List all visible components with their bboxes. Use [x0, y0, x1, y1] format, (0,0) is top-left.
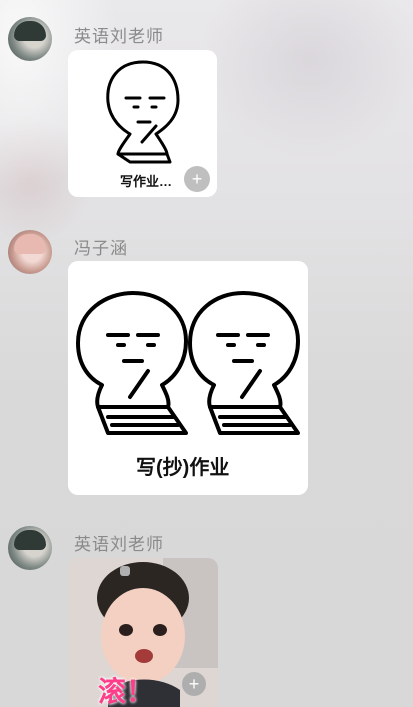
sender-name: 英语刘老师 [74, 27, 164, 46]
sender-name: 英语刘老师 [74, 535, 164, 554]
sticker-bubble[interactable]: 写作业… + [68, 50, 217, 197]
avatar[interactable] [8, 526, 52, 570]
sticker-caption: 写作业… [120, 174, 173, 189]
sticker-image [106, 60, 180, 164]
sender-name: 冯子涵 [74, 239, 128, 258]
photo-caption: 滚！ [98, 676, 155, 707]
avatar[interactable] [8, 230, 52, 274]
sticker-bubble[interactable]: 写(抄)作业 [68, 261, 308, 495]
zoom-plus-icon[interactable]: + [184, 166, 210, 192]
avatar[interactable] [8, 17, 52, 61]
sticker-image [76, 291, 300, 435]
plus-icon[interactable]: + [182, 672, 206, 696]
sticker-caption: 写(抄)作业 [136, 457, 230, 479]
photo-bubble[interactable]: 滚！ + [68, 558, 218, 707]
